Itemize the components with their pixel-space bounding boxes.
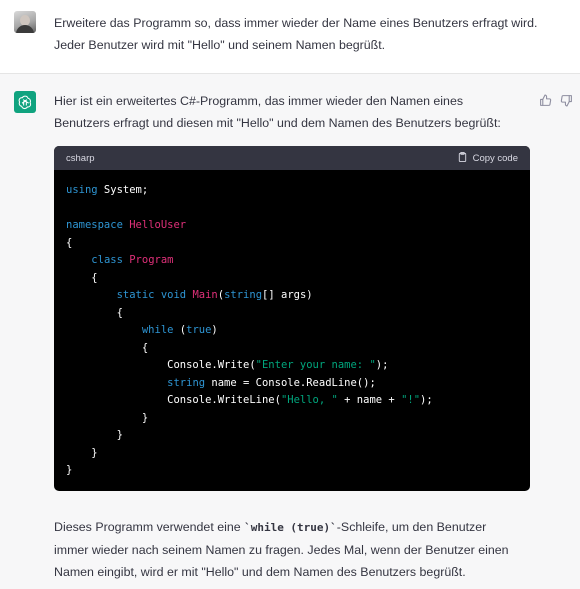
code-token: class: [91, 254, 123, 266]
openai-logo-icon: [14, 91, 36, 113]
user-message: Erweitere das Programm so, dass immer wi…: [0, 0, 580, 74]
code-line: {: [66, 305, 518, 323]
code-token: }: [66, 446, 98, 459]
code-token: ): [211, 324, 218, 336]
code-line: string name = Console.ReadLine();: [66, 375, 518, 393]
code-token: Console.Write(: [66, 359, 256, 371]
code-line: Console.Write("Enter your name: ");: [66, 357, 518, 375]
inline-code-while-true: `while (true)`: [244, 521, 337, 534]
code-line: {: [66, 270, 518, 288]
code-token: while: [141, 324, 174, 336]
code-token: [] args): [262, 289, 313, 301]
code-line: Console.WriteLine("Hello, " + name + "!"…: [66, 392, 518, 410]
code-line: class Program: [66, 252, 518, 270]
thumbs-down-icon[interactable]: [559, 93, 573, 107]
code-token: {: [66, 236, 73, 249]
assistant-intro-text: Hier ist ein erweitertes C#-Programm, da…: [54, 94, 501, 130]
code-line: }: [66, 445, 518, 463]
code-token: Console.WriteLine(: [66, 394, 281, 406]
code-line: {: [66, 340, 518, 358]
code-token: "Hello, ": [280, 394, 338, 406]
copy-code-label: Copy code: [472, 152, 518, 164]
code-token: true: [186, 324, 212, 336]
code-token: }: [66, 429, 123, 441]
code-token: (: [173, 324, 187, 336]
outro-text-start: Dieses Programm verwendet eine: [54, 520, 245, 534]
copy-code-button[interactable]: Copy code: [457, 151, 518, 166]
code-token: }: [66, 411, 149, 424]
code-token: string: [224, 289, 263, 301]
code-block-header: csharp Copy code: [54, 146, 530, 170]
code-line: {: [66, 235, 518, 253]
code-token: {: [66, 306, 123, 319]
user-message-text: Erweitere das Programm so, dass immer wi…: [54, 16, 538, 52]
code-token: "!": [401, 394, 421, 406]
code-token: static: [116, 289, 155, 301]
code-token: );: [420, 394, 433, 406]
code-token: System;: [97, 184, 149, 196]
code-line: }: [66, 410, 518, 428]
code-token: string: [167, 376, 206, 389]
code-token: );: [375, 359, 389, 371]
code-line: }: [66, 427, 518, 445]
code-line: using System;: [66, 182, 518, 200]
code-line: static void Main(string[] args): [66, 287, 518, 305]
code-line: }: [66, 462, 518, 480]
code-token: namespace: [66, 219, 123, 231]
code-token: void: [160, 289, 187, 301]
code-token: name = Console.ReadLine();: [205, 376, 376, 389]
thumbs-up-icon[interactable]: [538, 93, 552, 107]
code-token: Program: [129, 254, 174, 266]
code-token: Main: [192, 289, 218, 301]
code-content: using System; namespace HelloUser{ class …: [54, 170, 530, 480]
code-language-label: csharp: [66, 152, 95, 164]
code-token: "Enter your name: ": [255, 359, 376, 371]
code-token: + name +: [337, 394, 402, 406]
assistant-outro-text: Dieses Programm verwendet eine `while (t…: [54, 516, 524, 583]
code-token: HelloUser: [129, 219, 187, 231]
user-avatar: [14, 11, 36, 33]
code-line: while (true): [66, 322, 518, 340]
code-token: {: [66, 341, 149, 354]
code-line: namespace HelloUser: [66, 217, 518, 235]
code-token: {: [66, 271, 98, 284]
assistant-message: Hier ist ein erweitertes C#-Programm, da…: [0, 74, 580, 589]
code-block: csharp Copy code using System; namespace …: [54, 146, 530, 491]
code-token: }: [66, 464, 73, 476]
code-token: using: [66, 184, 98, 196]
clipboard-icon: [457, 151, 468, 166]
